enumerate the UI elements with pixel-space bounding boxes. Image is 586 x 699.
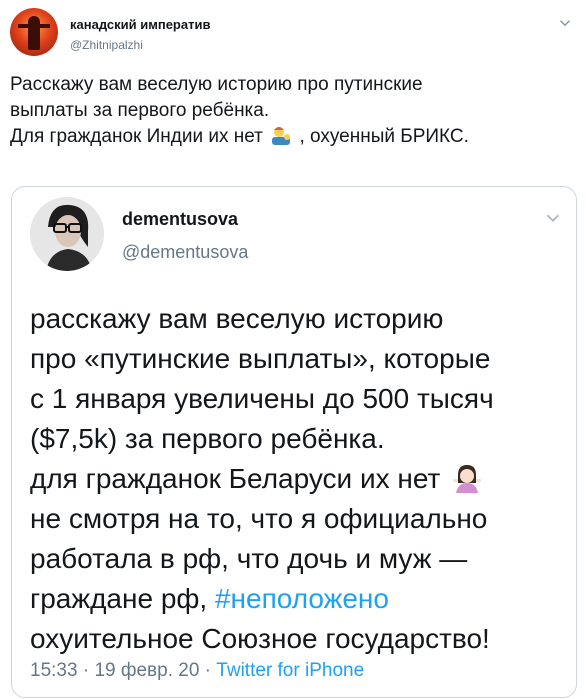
- meta-separator: ·: [77, 660, 95, 681]
- quoted-tweet-text: расскажу вам веселую историю про «путинс…: [30, 299, 570, 659]
- quoted-text-segment: для гражданок Беларуси их нет: [30, 463, 441, 494]
- tweet-text: Расскажу вам веселую историю про путинск…: [10, 72, 576, 150]
- tweet-text-segment: , охуенный БРИКС.: [299, 126, 469, 147]
- quoted-text-line: не смотря на то, что я официально: [30, 503, 488, 534]
- author-avatar[interactable]: [10, 8, 58, 56]
- meta-separator: ·: [199, 660, 217, 681]
- woman-portrait-icon: [30, 197, 104, 271]
- quoted-text-line: расскажу вам веселую историю: [30, 303, 444, 334]
- tweet-text-line: Для гражданок Индии их нет , охуенный БР…: [10, 124, 576, 150]
- avatar-figure-icon: [18, 16, 50, 50]
- woman-shrugging-emoji-icon: [453, 465, 482, 493]
- quoted-tweet-meta: 15:33 · 19 февр. 20 · Twitter for iPhone: [30, 660, 364, 682]
- quoted-author-handle[interactable]: @dementusova: [122, 242, 248, 263]
- chevron-down-icon[interactable]: [556, 14, 574, 32]
- tweet-text-segment: Для гражданок Индии их нет: [10, 126, 263, 147]
- quoted-text-line: работала в рф, что дочь и муж —: [30, 543, 468, 574]
- chevron-down-icon[interactable]: [542, 207, 564, 229]
- author-handle[interactable]: @Zhitnipalzhi: [70, 38, 143, 52]
- quoted-author-avatar[interactable]: [30, 197, 104, 271]
- quoted-tweet-card[interactable]: dementusova @dementusova расскажу вам ве…: [11, 186, 577, 698]
- tweet-text-line: Расскажу вам веселую историю про путинск…: [10, 74, 423, 95]
- author-name[interactable]: канадский императив: [70, 17, 210, 32]
- quoted-text-line: с 1 января увеличены до 500 тысяч: [30, 383, 494, 414]
- quoted-time[interactable]: 15:33: [30, 660, 78, 681]
- quoted-text-segment: граждане рф,: [30, 583, 215, 614]
- quoted-text-line: граждане рф, #неположено: [30, 579, 570, 619]
- quoted-source-link[interactable]: Twitter for iPhone: [216, 660, 364, 681]
- tweet-header: канадский императив @Zhitnipalzhi: [10, 8, 576, 60]
- quoted-date[interactable]: 19 февр. 20: [94, 660, 199, 681]
- quoted-text-line: для гражданок Беларуси их нет: [30, 459, 570, 499]
- quoted-text-line: про «путинские выплаты», которые: [30, 343, 491, 374]
- quoted-text-line: охуительное Союзное государство!: [30, 623, 490, 654]
- man-tipping-hand-emoji-icon: [272, 127, 291, 145]
- hashtag-link[interactable]: #неположено: [215, 583, 389, 614]
- tweet-text-line: выплаты за первого ребёнка.: [10, 100, 270, 121]
- quoted-text-line: ($7,5k) за первого ребёнка.: [30, 423, 385, 454]
- quoted-author-name[interactable]: dementusova: [122, 209, 238, 230]
